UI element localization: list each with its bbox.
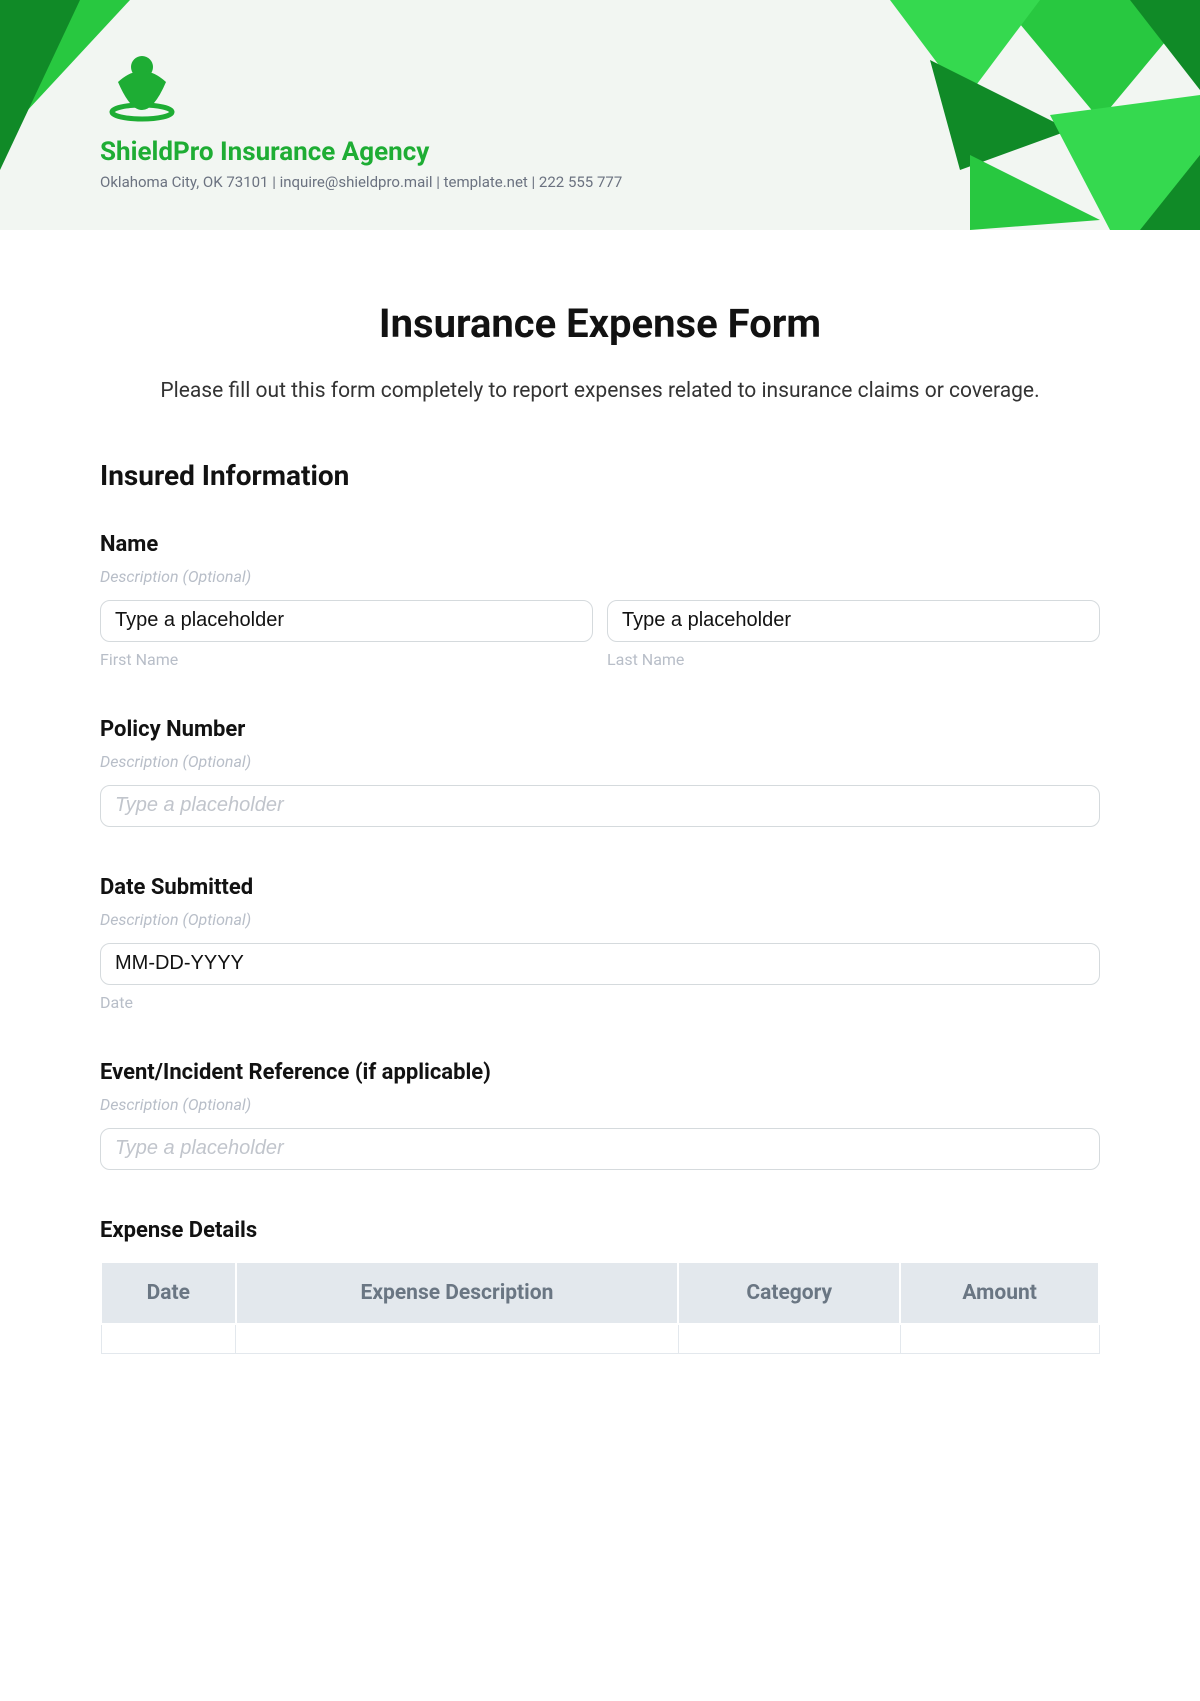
col-category: Category [678,1262,900,1324]
event-label: Event/Incident Reference (if applicable) [100,1060,1100,1085]
name-label: Name [100,532,1100,557]
first-name-input[interactable] [100,600,593,642]
event-reference-input[interactable] [100,1128,1100,1170]
event-desc: Description (Optional) [100,1095,1100,1114]
date-caption: Date [100,993,1100,1012]
policy-label: Policy Number [100,717,1100,742]
company-name: ShieldPro Insurance Agency [100,137,622,167]
last-name-input[interactable] [607,600,1100,642]
section-insured-info: Insured Information [100,459,1100,492]
col-amount: Amount [900,1262,1099,1324]
name-desc: Description (Optional) [100,567,1100,586]
expense-details-heading: Expense Details [100,1218,1100,1243]
company-logo-icon [100,50,185,125]
date-submitted-input[interactable] [100,943,1100,985]
date-desc: Description (Optional) [100,910,1100,929]
first-name-caption: First Name [100,650,593,669]
form-title: Insurance Expense Form [100,300,1100,347]
date-label: Date Submitted [100,875,1100,900]
policy-desc: Description (Optional) [100,752,1100,771]
last-name-caption: Last Name [607,650,1100,669]
company-contact: Oklahoma City, OK 73101 | inquire@shield… [100,173,622,191]
form-intro: Please fill out this form completely to … [100,375,1100,409]
table-row [101,1324,1099,1354]
triangle-decoration [750,0,1200,230]
letterhead: ShieldPro Insurance Agency Oklahoma City… [0,0,1200,230]
col-description: Expense Description [236,1262,679,1324]
col-date: Date [101,1262,236,1324]
expense-table: Date Expense Description Category Amount [100,1261,1100,1355]
policy-number-input[interactable] [100,785,1100,827]
